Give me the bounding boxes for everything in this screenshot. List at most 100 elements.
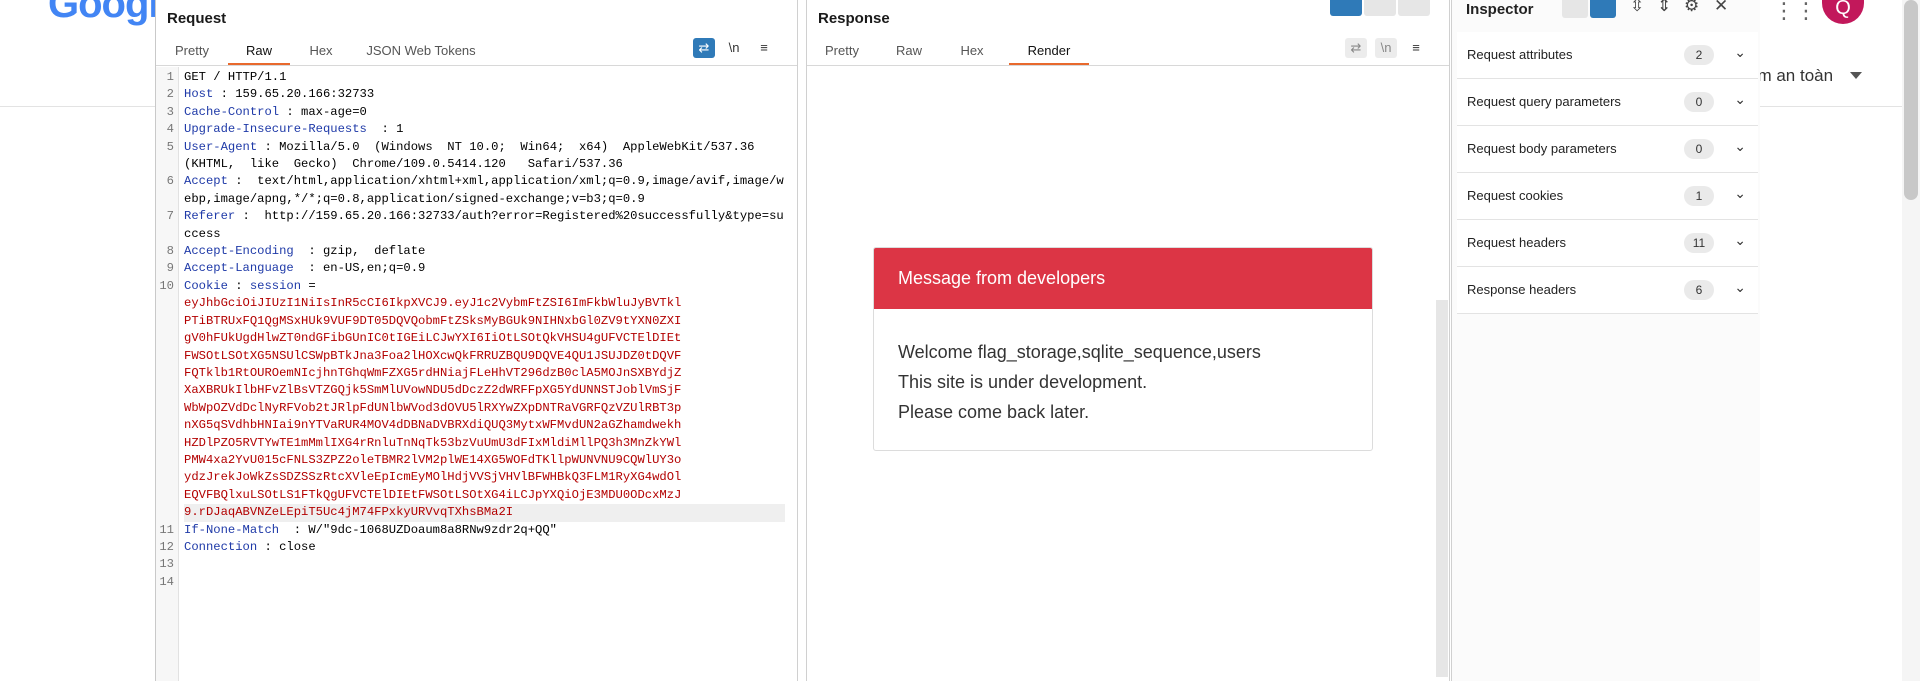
cookie-value-segment: XaXBRUkIlbHFvZlBsVTZGQjk5SmMlUVowNDU5dDc… xyxy=(184,383,682,398)
header-name: Upgrade-Insecure-Requests xyxy=(184,122,367,137)
header-value: : text/html,application/xhtml+xml,applic… xyxy=(184,174,784,206)
inspector-section-label: Request body parameters xyxy=(1467,141,1617,156)
chevron-down-icon[interactable]: ⌄ xyxy=(1734,44,1746,61)
background-menu-text[interactable]: em an toàn xyxy=(1748,66,1833,86)
response-scrollbar[interactable] xyxy=(1436,300,1448,677)
cookie-value-segment: eyJhbGciOiJIUzI1NiIsInR5cCI6IkpXVCJ9.eyJ… xyxy=(184,296,682,311)
gear-icon[interactable]: ⚙ xyxy=(1684,0,1699,16)
response-tab-raw[interactable]: Raw xyxy=(877,40,941,65)
apps-grid-icon[interactable]: ⋮⋮ xyxy=(1773,0,1817,24)
request-editor[interactable]: 1 GET / HTTP/1.1 2 Host : 159.65.20.166:327… xyxy=(156,67,797,681)
chevron-down-icon[interactable]: ⌄ xyxy=(1734,279,1746,296)
header-value: : close xyxy=(257,539,316,554)
chevron-down-icon[interactable]: ⌄ xyxy=(1734,138,1746,155)
inspector-layout-icon[interactable] xyxy=(1562,0,1588,18)
request-tab-pretty[interactable]: Pretty xyxy=(156,40,228,65)
line-content: Referer : http://159.65.20.166:32733/aut… xyxy=(178,208,785,243)
line-content xyxy=(178,574,785,591)
cookie-value-segment: ydzJrekJoWkZsSDZSSzRtcXVleEpIcmEyMOlHdjV… xyxy=(184,470,682,485)
avatar[interactable]: Q xyxy=(1822,0,1864,24)
code-line[interactable]: 14 xyxy=(156,574,785,591)
inspector-section-label: Request query parameters xyxy=(1467,94,1621,109)
header-name: Host xyxy=(184,87,214,102)
developer-message-card: Message from developers Welcome flag_sto… xyxy=(873,247,1373,451)
header-name: Cookie xyxy=(184,278,228,293)
line-content: Host : 159.65.20.166:32733 xyxy=(178,86,785,103)
card-line: Please come back later. xyxy=(898,402,1090,422)
code-line[interactable]: 10 Cookie : session = eyJhbGciOiJIUzI1NiIs… xyxy=(156,278,785,522)
request-scrollbar[interactable] xyxy=(785,67,797,681)
code-line[interactable]: 8 Accept-Encoding : gzip, deflate xyxy=(156,243,785,260)
inspector-section[interactable]: Request cookies 1 ⌄ xyxy=(1457,173,1758,220)
code-line[interactable]: 13 xyxy=(156,556,785,573)
inspector-section[interactable]: Request body parameters 0 ⌄ xyxy=(1457,126,1758,173)
chevron-down-icon[interactable]: ⌄ xyxy=(1734,185,1746,202)
code-line[interactable]: 2 Host : 159.65.20.166:32733 xyxy=(156,86,785,103)
chevron-down-icon[interactable]: ⌄ xyxy=(1734,232,1746,249)
code-line[interactable]: 12 Connection : close xyxy=(156,539,785,556)
header-value: : W/"9dc-1068UZDoaum8a8RNw9zdr2q+QQ" xyxy=(279,522,557,537)
code-line[interactable]: 6 Accept : text/html,application/xhtml+xm… xyxy=(156,173,785,208)
response-tab-pretty[interactable]: Pretty xyxy=(807,40,877,65)
code-line[interactable]: 11 If-None-Match : W/"9dc-1068UZDoaum8a8R… xyxy=(156,522,785,539)
header-name: Accept-Language xyxy=(184,261,294,276)
chevron-down-icon[interactable]: ⌄ xyxy=(1734,91,1746,108)
line-content: Accept : text/html,application/xhtml+xml… xyxy=(178,173,785,208)
code-line[interactable]: 4 Upgrade-Insecure-Requests : 1 xyxy=(156,121,785,138)
pretty-print-icon[interactable]: ⇄ xyxy=(693,38,715,58)
inspector-count-badge: 1 xyxy=(1684,186,1714,206)
line-number: 3 xyxy=(166,104,174,119)
inspector-count-badge: 6 xyxy=(1684,280,1714,300)
line-number: 11 xyxy=(159,522,174,537)
header-name: Connection xyxy=(184,539,258,554)
cookie-value-segment: gV0hFUkUgdHlwZT0ndGFibGUnIC0tIGEiLCJwYXI… xyxy=(184,331,682,346)
code-line[interactable]: 5 User-Agent : Mozilla/5.0 (Windows NT 10… xyxy=(156,139,785,174)
request-code[interactable]: 1 GET / HTTP/1.1 2 Host : 159.65.20.166:327… xyxy=(156,69,785,591)
layout-tabs-icon[interactable] xyxy=(1398,0,1430,16)
layout-side-by-side-icon[interactable] xyxy=(1330,0,1362,16)
line-number: 5 xyxy=(166,139,174,154)
code-line[interactable]: 3 Cache-Control : max-age=0 xyxy=(156,104,785,121)
expand-all-icon[interactable]: ⇳ xyxy=(1630,0,1644,16)
inspector-section[interactable]: Response headers 6 ⌄ xyxy=(1457,267,1758,314)
line-number: 13 xyxy=(159,557,174,572)
line-content: If-None-Match : W/"9dc-1068UZDoaum8a8RNw… xyxy=(178,522,785,539)
close-icon[interactable]: ✕ xyxy=(1714,0,1728,16)
header-name: Accept-Encoding xyxy=(184,244,294,259)
page-scrollbar-thumb[interactable] xyxy=(1904,0,1918,200)
inspector-section[interactable]: Request headers 11 ⌄ xyxy=(1457,220,1758,267)
line-number: 12 xyxy=(159,539,174,554)
layout-stacked-icon[interactable] xyxy=(1364,0,1396,16)
inspector-section[interactable]: Request query parameters 0 ⌄ xyxy=(1457,79,1758,126)
line-number: 8 xyxy=(166,244,174,259)
line-number: 10 xyxy=(159,278,174,293)
inspector-layout-active-icon[interactable] xyxy=(1590,0,1616,18)
line-number: 9 xyxy=(166,261,174,276)
response-tab-divider xyxy=(807,65,1449,66)
request-tab-hex[interactable]: Hex xyxy=(290,40,352,65)
inspector-sections: Request attributes 2 ⌄ Request query parame… xyxy=(1457,32,1758,314)
menu-icon[interactable]: ≡ xyxy=(1405,38,1427,58)
request-tab-raw[interactable]: Raw xyxy=(228,40,290,65)
cookie-value-segment: FWSOtLSOtXG5NSUlCSWpBTkJna3Foa2lHOXcwQkF… xyxy=(184,348,682,363)
code-line[interactable]: 1 GET / HTTP/1.1 xyxy=(156,69,785,86)
pretty-print-icon[interactable]: ⇄ xyxy=(1345,38,1367,58)
page-scrollbar[interactable] xyxy=(1902,0,1920,681)
request-title: Request xyxy=(167,10,227,27)
menu-icon[interactable]: ≡ xyxy=(753,38,775,58)
card-line: This site is under development. xyxy=(898,372,1148,392)
response-tab-render[interactable]: Render xyxy=(1009,40,1089,65)
inspector-pane: Inspector ⇳ ⇕ ⚙ ✕ Request attributes 2 ⌄ Re… xyxy=(1451,0,1760,681)
show-newlines-icon[interactable]: \n xyxy=(723,38,745,58)
request-tab-jwt[interactable]: JSON Web Tokens xyxy=(352,40,490,65)
code-line[interactable]: 7 Referer : http://159.65.20.166:32733/au… xyxy=(156,208,785,243)
header-value: : en-US,en;q=0.9 xyxy=(293,261,426,276)
inspector-section-label: Request cookies xyxy=(1467,188,1564,203)
inspector-section[interactable]: Request attributes 2 ⌄ xyxy=(1457,32,1758,79)
collapse-all-icon[interactable]: ⇕ xyxy=(1657,0,1671,16)
caret-down-icon[interactable] xyxy=(1850,72,1862,79)
burp-message-editor: Request Pretty Raw Hex JSON Web Tokens ⇄… xyxy=(155,0,1760,681)
code-line[interactable]: 9 Accept-Language : en-US,en;q=0.9 xyxy=(156,260,785,277)
response-tab-hex[interactable]: Hex xyxy=(941,40,1003,65)
show-newlines-icon[interactable]: \n xyxy=(1375,38,1397,58)
